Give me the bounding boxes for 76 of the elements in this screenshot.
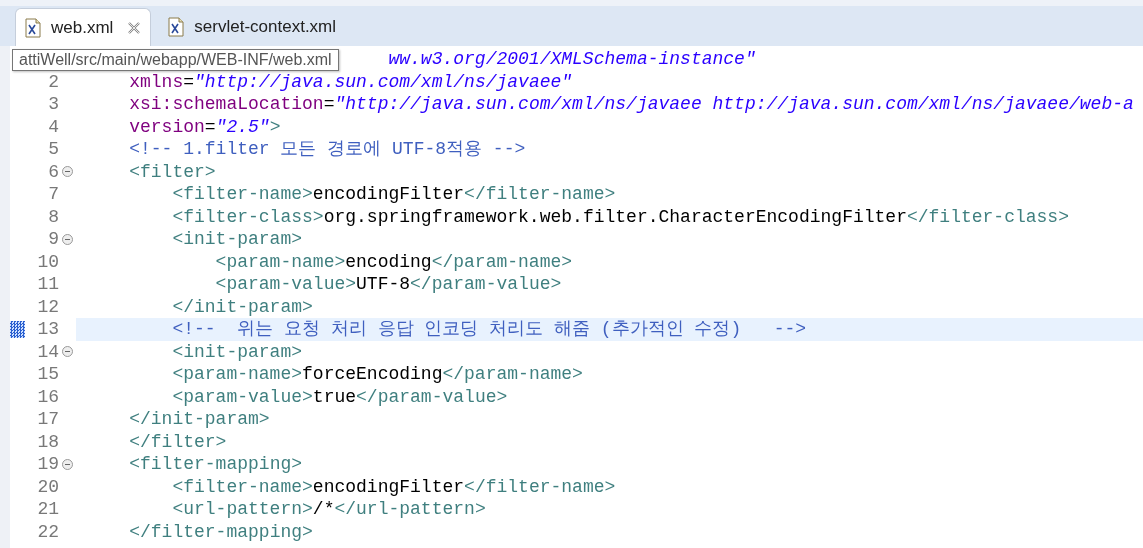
- xml-tag: </filter-class>: [906, 205, 1069, 228]
- line-number: 22: [37, 521, 59, 542]
- collapse-icon[interactable]: [62, 166, 73, 178]
- xml-tag: </filter-name>: [464, 183, 616, 206]
- element-text: =: [323, 93, 335, 116]
- line-number: 13: [37, 319, 59, 339]
- line-number: 10: [37, 251, 59, 272]
- line-number: 19: [37, 454, 59, 474]
- line-number: 17: [37, 409, 59, 429]
- xml-tag: </param-name>: [442, 363, 583, 386]
- xml-tag: <init-param>: [172, 228, 303, 251]
- element-text: /*: [312, 498, 335, 521]
- collapse-icon[interactable]: [62, 346, 73, 358]
- line-number: 9: [48, 229, 59, 249]
- xml-tag: <filter-class>: [172, 205, 324, 228]
- xml-tag: <param-value>: [172, 385, 313, 408]
- xml-tag: <filter-mapping>: [129, 453, 303, 476]
- line-number: 5: [48, 139, 59, 159]
- line-number: 21: [37, 499, 59, 519]
- xml-tag: </init-param>: [172, 295, 313, 318]
- attribute-value: ww.w3.org/2001/XMLSchema-instance": [388, 48, 756, 71]
- close-icon[interactable]: [127, 20, 142, 35]
- xml-comment: <!-- 1.filter 모든 경로에 UTF-8적용 -->: [129, 138, 526, 161]
- line-number: 14: [37, 341, 59, 362]
- xml-tag: <filter-name>: [172, 183, 313, 206]
- tooltip: attiWell/src/main/webapp/WEB-INF/web.xml: [12, 49, 339, 71]
- line-number: 11: [37, 274, 59, 294]
- line-number: 2: [48, 71, 59, 92]
- xml-tag: </filter-name>: [464, 475, 616, 498]
- xml-tag: </param-value>: [356, 385, 508, 408]
- xml-tag: </url-pattern>: [334, 498, 486, 521]
- xml-tag: <filter-name>: [172, 475, 313, 498]
- element-text: org.springframework.web.filter.CharacterEncodingFilter: [323, 205, 907, 228]
- line-number: 3: [48, 94, 59, 114]
- collapse-icon[interactable]: [62, 458, 73, 470]
- line-number: 12: [37, 296, 59, 317]
- line-number: 8: [48, 206, 59, 227]
- line-number: 15: [37, 364, 59, 384]
- xml-tag: </filter>: [129, 430, 227, 453]
- attribute-name: xmlns: [129, 70, 184, 93]
- xml-tag: <param-name>: [215, 250, 346, 273]
- attribute-name: version: [129, 115, 205, 138]
- xml-tag: <url-pattern>: [172, 498, 313, 521]
- collapse-icon[interactable]: [62, 233, 73, 245]
- element-text: =: [183, 70, 195, 93]
- element-text: =: [204, 115, 216, 138]
- element-text: true: [312, 385, 357, 408]
- xml-tag: </filter-mapping>: [129, 520, 313, 543]
- xml-tag: <param-value>: [215, 273, 357, 296]
- element-text: forceEncoding: [302, 363, 443, 386]
- xml-tag: <filter>: [129, 160, 216, 183]
- line-number: 18: [37, 431, 59, 452]
- element-text: encodingFilter: [312, 183, 465, 206]
- xml-tag: <param-name>: [172, 363, 303, 386]
- element-text: encodingFilter: [312, 475, 465, 498]
- xml-file-icon: [168, 17, 185, 37]
- line-number: 6: [48, 161, 59, 182]
- element-text: encoding: [345, 250, 432, 273]
- line-number: 16: [37, 386, 59, 407]
- xml-tag: </param-name>: [431, 250, 573, 273]
- line-number: 4: [48, 116, 59, 137]
- xml-file-icon: [25, 17, 41, 38]
- attribute-value: "2.5": [215, 115, 270, 138]
- editor-tab[interactable]: servlet-context.xml: [159, 8, 346, 46]
- xml-tag: </init-param>: [129, 408, 270, 431]
- line-number: 7: [48, 184, 59, 204]
- element-text: UTF-8: [356, 273, 411, 296]
- xml-comment: <!-- 위는 요청 처리 응답 인코딩 처리도 해줌 (추가적인 수정) -->: [172, 318, 807, 341]
- editor-tab[interactable]: web.xml: [15, 8, 152, 46]
- attribute-name: xsi:schemaLocation: [129, 93, 324, 116]
- xml-tag: >: [269, 115, 281, 138]
- xml-tag: </param-value>: [410, 273, 562, 296]
- attribute-value: "http://java.sun.com/xml/ns/javaee http://java.sun.com/xml/ns/javaee/web-a: [334, 93, 1134, 116]
- xml-tag: <init-param>: [172, 340, 303, 363]
- attribute-value: "http://java.sun.com/xml/ns/javaee": [194, 70, 573, 93]
- line-number: 20: [37, 476, 59, 497]
